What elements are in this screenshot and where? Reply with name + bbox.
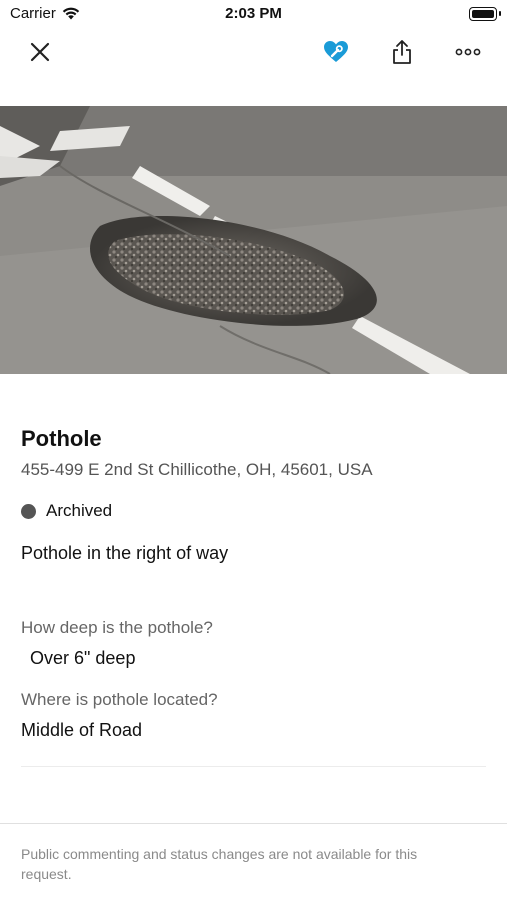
question-answer: Middle of Road: [21, 720, 143, 740]
battery-icon: [469, 7, 501, 21]
pothole-photo[interactable]: [0, 106, 507, 374]
question-label: How deep is the pothole?: [21, 618, 213, 637]
divider: [21, 766, 486, 767]
status-badge: Archived: [21, 501, 112, 521]
share-icon: [393, 40, 411, 64]
toolbar: [0, 30, 507, 74]
more-button[interactable]: [446, 30, 490, 74]
request-title: Pothole: [21, 426, 102, 451]
status-label: Archived: [46, 501, 113, 520]
question-label: Where is pothole located?: [21, 690, 218, 709]
divider: [0, 823, 507, 824]
question-answer: Over 6" deep: [25, 648, 136, 668]
share-button[interactable]: [380, 30, 424, 74]
close-button[interactable]: [18, 30, 62, 74]
pothole-image: [0, 106, 507, 374]
status-dot-icon: [21, 503, 36, 519]
heart-wrench-icon: [324, 41, 348, 62]
request-address: 455-499 E 2nd St Chillicothe, OH, 45601,…: [21, 460, 373, 479]
footer-note: Public commenting and status changes are…: [21, 846, 418, 882]
more-icon: [455, 48, 481, 56]
status-bar: Carrier 2:03 PM: [0, 0, 507, 28]
request-description: Pothole in the right of way: [21, 543, 229, 563]
clock: 2:03 PM: [225, 5, 282, 22]
close-icon: [30, 42, 50, 62]
favorite-button[interactable]: [314, 30, 358, 74]
